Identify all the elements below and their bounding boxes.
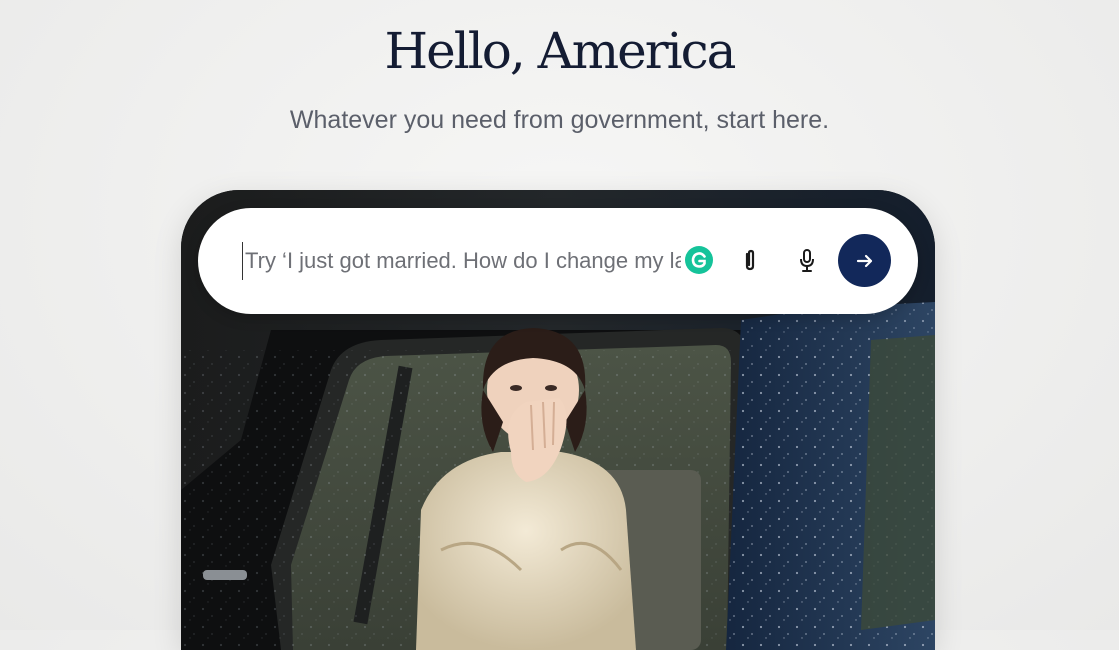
paperclip-icon xyxy=(745,249,755,271)
microphone-icon xyxy=(800,249,814,272)
microphone-button[interactable] xyxy=(790,244,824,278)
search-bar xyxy=(198,208,918,314)
attach-button[interactable] xyxy=(733,244,767,278)
page-title: Hello, America xyxy=(384,22,737,80)
grammarly-icon[interactable] xyxy=(682,243,716,277)
submit-button[interactable] xyxy=(838,234,891,287)
page-subtitle: Whatever you need from government, start… xyxy=(289,106,830,134)
search-input[interactable] xyxy=(242,242,681,280)
arrow-right-icon xyxy=(856,254,872,267)
